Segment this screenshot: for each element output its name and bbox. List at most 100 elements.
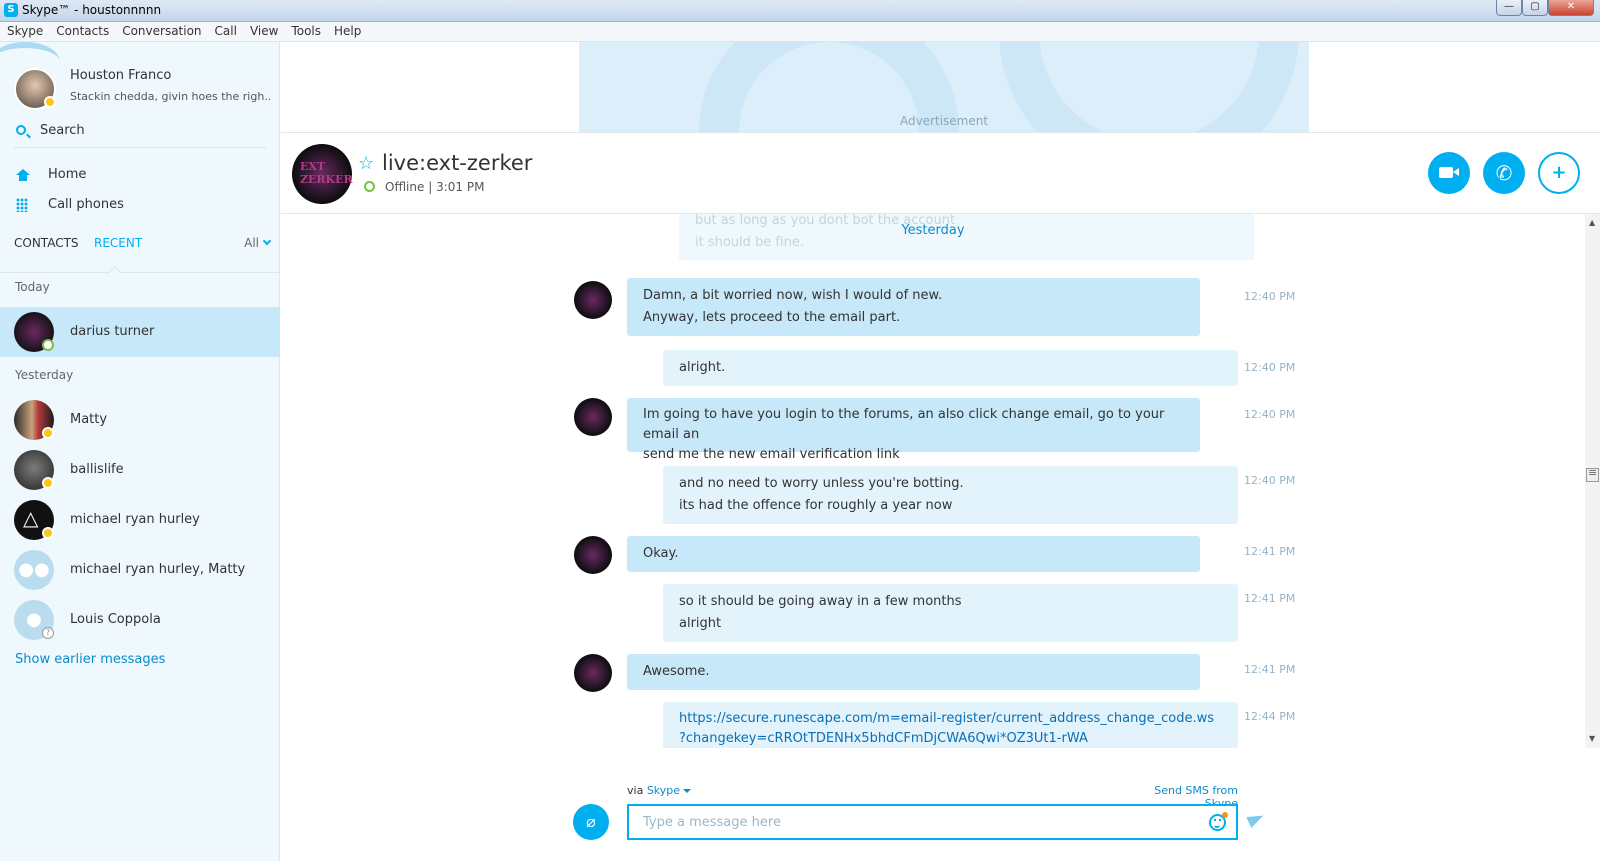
contact-name: michael ryan hurley, Matty <box>70 562 246 577</box>
contact-name: michael ryan hurley <box>70 512 200 527</box>
nav-home[interactable]: Home <box>14 164 264 188</box>
video-call-button[interactable] <box>1428 152 1470 194</box>
menu-view[interactable]: View <box>243 22 284 38</box>
search-button[interactable]: Search <box>14 122 266 148</box>
message-timestamp: 12:40 PM <box>1244 361 1296 374</box>
incoming-message[interactable]: Damn, a bit worried now, wish I would of… <box>627 278 1200 336</box>
menu-bar: Skype Contacts Conversation Call View Tools He… <box>0 22 1600 42</box>
menu-contacts[interactable]: Contacts <box>49 22 115 38</box>
message-timestamp: 12:44 PM <box>1244 710 1296 723</box>
voice-call-button[interactable]: ✆ <box>1483 152 1525 194</box>
search-icon <box>16 125 26 135</box>
caret-down-icon <box>683 789 692 793</box>
outgoing-message[interactable]: https://secure.runescape.com/m=email-reg… <box>663 702 1238 748</box>
conversation-title[interactable]: live:ext-zerker <box>382 151 532 175</box>
show-earlier-messages-link[interactable]: Show earlier messages <box>15 652 165 667</box>
menu-tools[interactable]: Tools <box>284 22 327 38</box>
menu-call[interactable]: Call <box>208 22 243 38</box>
message-line: alright. <box>679 360 726 375</box>
maximize-button[interactable]: ▢ <box>1522 0 1548 16</box>
tab-indicator <box>107 265 123 281</box>
message-line: alright <box>679 616 722 631</box>
send-icon[interactable] <box>1246 810 1266 828</box>
tab-recent[interactable]: RECENT <box>94 236 142 250</box>
home-icon <box>16 169 30 181</box>
message-line: Damn, a bit worried now, wish I would of… <box>643 288 943 303</box>
outgoing-message[interactable]: so it should be going away in a few mont… <box>663 584 1238 642</box>
close-button[interactable]: ✕ <box>1548 0 1594 16</box>
away-status-icon <box>44 96 56 108</box>
incoming-message[interactable]: Okay. <box>627 536 1200 572</box>
ad-label: Advertisement <box>899 114 989 128</box>
tab-contacts[interactable]: CONTACTS <box>14 236 79 250</box>
via-service-selector[interactable]: via Skype <box>627 784 692 797</box>
nav-call-phones[interactable]: Call phones <box>14 194 264 218</box>
add-people-button[interactable]: + <box>1538 152 1580 194</box>
away-status-icon <box>42 477 54 489</box>
menu-help[interactable]: Help <box>327 22 367 38</box>
unknown-status-icon: ? <box>42 627 54 639</box>
contact-michael-ryan-hurley[interactable]: michael ryan hurley <box>0 495 280 545</box>
offline-status-icon <box>364 181 375 192</box>
menu-skype[interactable]: Skype <box>0 22 49 38</box>
message-link[interactable]: https://secure.runescape.com/m=email-reg… <box>679 709 1222 729</box>
window-title: Skype™ - houstonnnnn <box>22 3 162 17</box>
scroll-up-arrow-icon[interactable]: ▲ <box>1589 218 1595 227</box>
message-input[interactable] <box>627 804 1238 840</box>
sidebar: Houston Franco Stackin chedda, givin hoe… <box>0 42 280 861</box>
scroll-down-arrow-icon[interactable]: ▼ <box>1589 734 1595 743</box>
conversation-avatar[interactable]: EXT ZERKER <box>292 144 353 204</box>
favorite-star-icon[interactable]: ☆ <box>358 153 374 174</box>
filter-label: All <box>244 236 259 250</box>
sender-avatar[interactable] <box>574 281 612 319</box>
message-line: and no need to worry unless you're botti… <box>679 476 964 491</box>
paperclip-icon: ⌀ <box>586 812 596 831</box>
message-timestamp: 12:41 PM <box>1244 663 1296 676</box>
profile-name[interactable]: Houston Franco <box>70 68 171 83</box>
sender-avatar[interactable] <box>574 536 612 574</box>
sender-avatar[interactable] <box>574 398 612 436</box>
message-line: its had the offence for roughly a year n… <box>679 498 953 513</box>
incoming-message[interactable]: Im going to have you login to the forums… <box>627 398 1200 462</box>
attach-button[interactable]: ⌀ <box>573 804 609 840</box>
minimize-button[interactable]: — <box>1496 0 1522 16</box>
message-scrollbar[interactable]: ▲ ▼ <box>1585 214 1600 748</box>
phone-icon: ✆ <box>1495 161 1513 185</box>
group-icon: ●● <box>18 559 50 580</box>
section-today: Today <box>15 280 50 294</box>
sender-avatar[interactable] <box>574 654 612 692</box>
day-separator: Yesterday <box>901 223 965 238</box>
contact-name: Matty <box>70 412 108 427</box>
local-time: 3:01 PM <box>436 180 485 194</box>
via-service[interactable]: Skype <box>647 784 680 797</box>
contact-ballislife[interactable]: ballislife <box>0 445 280 495</box>
message-timestamp: 12:41 PM <box>1244 592 1296 605</box>
incoming-message[interactable]: Awesome. <box>627 654 1200 690</box>
filter-dropdown[interactable]: All <box>244 236 272 250</box>
message-line: Okay. <box>643 546 679 561</box>
contact-matty[interactable]: Matty <box>0 395 280 445</box>
status-separator: | <box>428 180 433 194</box>
contact-darius-turner[interactable]: darius turner <box>0 307 280 357</box>
contact-name: Louis Coppola <box>70 612 161 627</box>
outgoing-message[interactable]: and no need to worry unless you're botti… <box>663 466 1238 524</box>
message-timestamp: 12:40 PM <box>1244 290 1296 303</box>
outgoing-message[interactable]: alright. <box>663 350 1238 386</box>
contact-group-hurley-matty[interactable]: ●● michael ryan hurley, Matty <box>0 545 280 595</box>
chevron-down-icon <box>262 236 272 246</box>
contact-tabs: CONTACTS RECENT All <box>14 236 272 258</box>
scrollbar-thumb[interactable] <box>1586 466 1599 482</box>
video-camera-icon <box>1439 167 1459 178</box>
search-label: Search <box>40 123 85 138</box>
advertisement-banner[interactable]: Advertisement <box>579 42 1309 132</box>
profile-mood[interactable]: Stackin chedda, givin hoes the righ... <box>70 90 270 103</box>
message-history[interactable]: but as long as you dont bot the account … <box>281 214 1585 748</box>
group-avatar: ●● <box>14 550 54 590</box>
contact-louis-coppola[interactable]: ● ? Louis Coppola <box>0 595 280 645</box>
emoticon-badge <box>1222 812 1228 818</box>
message-link[interactable]: ?changekey=cRROtTDENHx5bhdCFmDjCWA6Qwi*O… <box>679 729 1222 748</box>
message-timestamp: 12:40 PM <box>1244 408 1296 421</box>
menu-conversation[interactable]: Conversation <box>115 22 207 38</box>
message-line: so it should be going away in a few mont… <box>679 594 962 609</box>
skype-logo-icon: S <box>4 3 18 17</box>
